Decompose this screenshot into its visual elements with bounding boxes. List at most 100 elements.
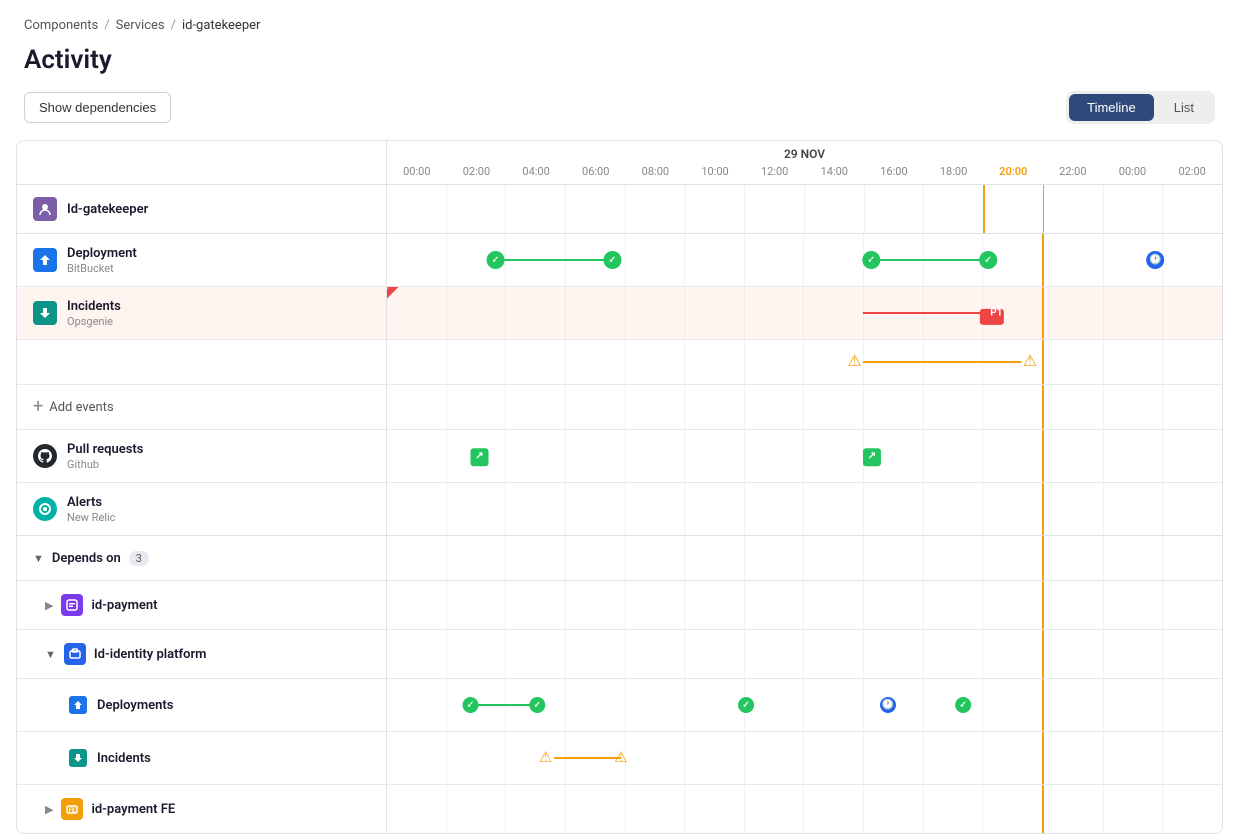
time-labels-row: 00:00 02:00 04:00 06:00 08:00 10:00 12:0… (387, 165, 1222, 184)
warn-tri-1[interactable]: ⚠ (847, 351, 861, 370)
id-payment-row: ▶ id-payment (17, 581, 1222, 630)
gl7 (745, 185, 805, 233)
deployments-sub-right: ✓ ✓ ✓ 🕐 ✓ (387, 679, 1222, 731)
breadcrumb: Components / Services / id-gatekeeper (0, 0, 1239, 41)
svg-text:✓: ✓ (534, 700, 542, 710)
alerts-row: Alerts New Relic (17, 483, 1222, 536)
gl12 (1044, 185, 1104, 233)
warning-row-left (17, 340, 387, 384)
depends-on-badge: 3 (129, 551, 149, 566)
plus-icon: + (33, 398, 43, 416)
toolbar: Show dependencies Timeline List (0, 91, 1239, 140)
service-name: Id-gatekeeper (67, 202, 148, 217)
gl10 (924, 185, 984, 233)
depends-on-row: ▼ Depends on 3 (17, 536, 1222, 581)
breadcrumb-sep-1: / (104, 18, 109, 33)
inc-sub-warn-1[interactable]: ⚠ (539, 748, 552, 766)
time-06: 06:00 (566, 165, 626, 184)
incidents-sublabel: Opsgenie (67, 315, 121, 328)
incidents-labels: Incidents Opsgenie (67, 299, 121, 328)
expand-id-payment-fe-icon[interactable]: ▶ (45, 803, 53, 816)
incidents-sub-right: ⚠ ⚠ (387, 732, 1222, 784)
svg-text:↗: ↗ (475, 451, 483, 462)
add-events-row: + Add events (17, 385, 1222, 430)
deployments-sub-row: Deployments ✓ ✓ ✓ 🕐 (17, 679, 1222, 732)
incidents-row-left: Incidents Opsgenie (17, 287, 387, 339)
id-payment-fe-right (387, 785, 1222, 833)
gl6 (686, 185, 746, 233)
deployments-sub-icon (69, 696, 87, 714)
time-16: 16:00 (864, 165, 924, 184)
id-payment-fe-label: id-payment FE (91, 802, 175, 817)
time-00-1: 00:00 (387, 165, 447, 184)
warning-row: ⚠ ⚠ (17, 340, 1222, 385)
time-12: 12:00 (745, 165, 805, 184)
timeline-view-button[interactable]: Timeline (1069, 94, 1154, 121)
incidents-row: Incidents Opsgenie ! (17, 287, 1222, 340)
incidents-sub-icon (69, 749, 87, 767)
deployment-labels: Deployment BitBucket (67, 246, 137, 275)
now-line (983, 185, 985, 233)
time-00-2: 00:00 (1103, 165, 1163, 184)
svg-text:P1: P1 (990, 308, 1002, 319)
add-events-button[interactable]: + Add events (17, 385, 387, 429)
time-04: 04:00 (506, 165, 566, 184)
svg-text:!: ! (387, 287, 388, 292)
incidents-icon (33, 301, 57, 325)
gl4 (566, 185, 626, 233)
id-payment-fe-row: ▶ FE id-payment FE (17, 785, 1222, 833)
id-payment-left: ▶ id-payment (17, 581, 387, 629)
timeline-container: 29 NOV 00:00 02:00 04:00 06:00 08:00 10:… (16, 140, 1223, 834)
deployment-icon (33, 248, 57, 272)
timeline-header-right: 29 NOV 00:00 02:00 04:00 06:00 08:00 10:… (387, 141, 1222, 184)
collapse-id-identity-icon[interactable]: ▼ (45, 648, 56, 661)
svg-text:✓: ✓ (984, 255, 992, 265)
service-icon (33, 197, 57, 221)
pr-label: Pull requests (67, 442, 143, 457)
pr-labels: Pull requests Github (67, 442, 143, 471)
svg-text:✓: ✓ (742, 700, 750, 710)
deployment-row-left: Deployment BitBucket (17, 234, 387, 286)
service-row-left: Id-gatekeeper (17, 185, 387, 233)
inc-sub-warn-2[interactable]: ⚠ (614, 748, 627, 766)
breadcrumb-services[interactable]: Services (116, 18, 165, 33)
pull-requests-row: Pull requests Github ↗ ↗ (17, 430, 1222, 483)
show-dependencies-button[interactable]: Show dependencies (24, 92, 171, 123)
id-identity-row: ▼ Id-identity platform (17, 630, 1222, 679)
gl2 (447, 185, 507, 233)
svg-text:✓: ✓ (609, 255, 617, 265)
gl8 (805, 185, 865, 233)
alerts-row-right (387, 483, 1222, 535)
svg-text:↗: ↗ (868, 451, 876, 462)
id-identity-icon (64, 643, 86, 665)
gl3 (506, 185, 566, 233)
incidents-sub-left: Incidents (17, 732, 387, 784)
warn-tri-2[interactable]: ⚠ (1023, 351, 1037, 370)
github-icon (33, 444, 57, 468)
view-toggle: Timeline List (1066, 91, 1215, 124)
svg-text:FE: FE (69, 807, 76, 814)
date-label: 29 NOV (387, 147, 1222, 165)
grid-lines (387, 185, 1222, 233)
gl5 (626, 185, 686, 233)
deployment-row: Deployment BitBucket ✓ ✓ (17, 234, 1222, 287)
service-row-right (387, 185, 1222, 233)
collapse-depends-icon[interactable]: ▼ (33, 552, 44, 565)
depends-on-label: Depends on (52, 551, 121, 566)
expand-id-payment-icon[interactable]: ▶ (45, 599, 53, 612)
incidents-sub-row: Incidents ⚠ ⚠ (17, 732, 1222, 785)
breadcrumb-components[interactable]: Components (24, 18, 98, 33)
inc-diamond-2[interactable]: ! (387, 287, 398, 298)
incidents-row-right: ! ! P1 (387, 287, 1222, 339)
list-view-button[interactable]: List (1156, 94, 1212, 121)
newrelic-icon (33, 497, 57, 521)
svg-text:🕐: 🕐 (882, 698, 894, 711)
deployment-row-right: ✓ ✓ ✓ ✓ 🕐 (387, 234, 1222, 286)
pr-sublabel: Github (67, 458, 143, 471)
deployments-sub-left: Deployments (17, 679, 387, 731)
incidents-sub-svg: ⚠ ⚠ (387, 732, 1222, 784)
page-title: Activity (0, 41, 1239, 91)
svg-text:✓: ✓ (959, 700, 967, 710)
depends-on-left: ▼ Depends on 3 (17, 536, 387, 580)
gl14 (1163, 185, 1222, 233)
